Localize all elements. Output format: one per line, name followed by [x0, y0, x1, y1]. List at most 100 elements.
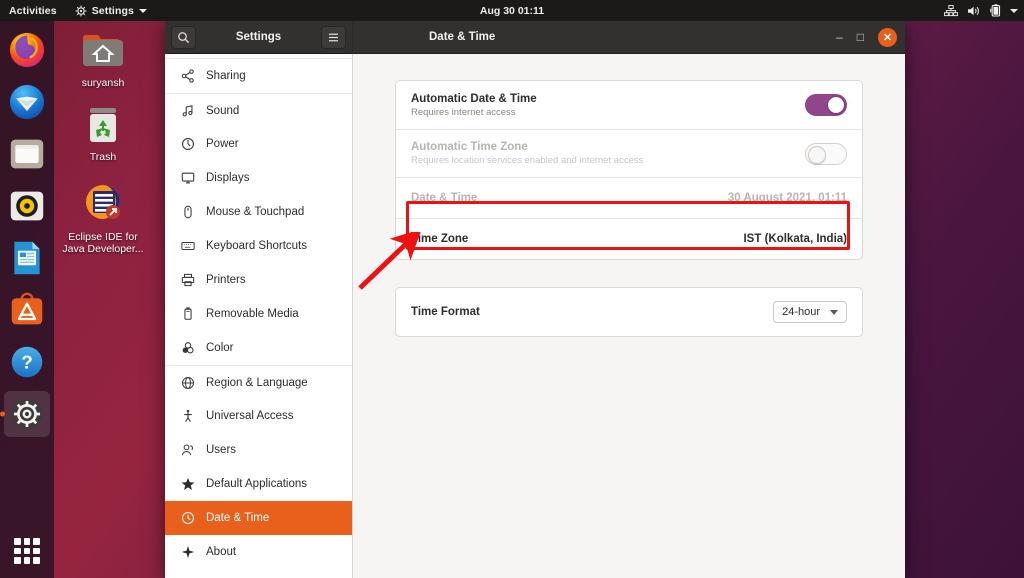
row-label: Time Zone [411, 233, 469, 245]
toggle-knob [808, 145, 826, 164]
grid-dot [23, 547, 31, 555]
sidebar-item-label: Power [206, 138, 239, 150]
dock-item-rhythmbox[interactable] [4, 183, 50, 229]
dock-item-files[interactable] [4, 131, 50, 177]
automatic-date-time-toggle[interactable] [805, 94, 847, 116]
sidebar-item-keyboard-shortcuts[interactable]: Keyboard Shortcuts [165, 229, 352, 263]
row-automatic-date-time[interactable]: Automatic Date & Time Requires internet … [396, 81, 862, 129]
svg-text:?: ? [21, 352, 33, 373]
grid-dot [23, 538, 31, 545]
maximize-button[interactable]: □ [857, 31, 864, 43]
desktop-icon-label: Trash [89, 151, 117, 163]
sidebar-item-label: Mouse & Touchpad [206, 206, 305, 218]
settings-icon [11, 398, 43, 430]
row-label: Automatic Time Zone [411, 141, 528, 153]
minimize-button[interactable]: – [836, 31, 843, 43]
mouse-icon [180, 205, 195, 220]
sidebar-item-label: Printers [206, 274, 246, 286]
grid-dot [33, 547, 40, 555]
home-folder-icon [83, 35, 123, 66]
activities-label: Activities [9, 4, 57, 17]
sidebar-item-displays[interactable]: Displays [165, 161, 352, 195]
color-icon [180, 341, 195, 356]
sidebar-item-power[interactable]: Power [165, 127, 352, 161]
dock: ? [0, 21, 54, 578]
sidebar-item-label: Region & Language [206, 376, 308, 389]
app-menu-button[interactable]: Settings [66, 0, 156, 21]
sidebar-item-about[interactable]: About [165, 535, 352, 569]
row-date-time[interactable]: Date & Time 30 August 2021, 01:11 [396, 177, 862, 218]
network-icon [944, 4, 958, 16]
sidebar-item-sound[interactable]: Sound [165, 93, 352, 127]
sidebar-item-label: Date & Time [206, 512, 270, 524]
sidebar-item-label: Keyboard Shortcuts [206, 240, 308, 252]
page-title: Date & Time [429, 31, 496, 43]
close-button[interactable]: ✕ [878, 27, 897, 47]
datetime-settings-panel: Automatic Date & Time Requires internet … [353, 54, 905, 578]
settings-window: Settings Date & Time – □ ✕ Sharing Sound… [165, 21, 905, 578]
row-automatic-time-zone[interactable]: Automatic Time Zone Requires location se… [396, 129, 862, 177]
row-sublabel: Requires location services enabled and i… [411, 155, 644, 166]
sidebar-item-removable-media[interactable]: Removable Media [165, 297, 352, 331]
chevron-down-icon [1010, 8, 1018, 13]
sidebar-item-label: Default Applications [206, 478, 308, 490]
sidebar-item-label: Universal Access [206, 410, 294, 422]
dock-item-help[interactable]: ? [4, 339, 50, 385]
system-status-area[interactable] [944, 0, 1018, 21]
search-icon [178, 31, 190, 43]
desktop-icon-trash[interactable]: Trash [60, 100, 146, 163]
toggle-knob [827, 96, 845, 114]
sidebar-item-label: Users [206, 444, 237, 456]
top-bar-left: Activities Settings [0, 0, 156, 21]
time-format-dropdown[interactable]: 24-hour [773, 301, 847, 323]
sidebar-item-date-time[interactable]: Date & Time [165, 501, 352, 535]
search-button[interactable] [171, 25, 196, 49]
dock-item-firefox[interactable] [4, 27, 50, 73]
menu-button[interactable] [321, 25, 346, 49]
about-icon [180, 545, 195, 560]
datetime-card: Automatic Date & Time Requires internet … [395, 80, 863, 260]
show-applications-button[interactable] [14, 538, 40, 564]
grid-dot [33, 538, 40, 545]
sidebar-title: Settings [235, 31, 282, 43]
sidebar-item-universal-access[interactable]: Universal Access [165, 399, 352, 433]
desktop-icon-home[interactable]: suryansh [60, 26, 146, 89]
sidebar-item-mouse-touchpad[interactable]: Mouse & Touchpad [165, 195, 352, 229]
libreoffice-writer-icon [14, 241, 40, 275]
sidebar-item-printers[interactable]: Printers [165, 263, 352, 297]
grid-dot [14, 538, 21, 545]
window-titlebar[interactable]: Settings Date & Time – □ ✕ [165, 21, 905, 54]
sidebar-item-color[interactable]: Color [165, 331, 352, 365]
time-format-card: Time Format 24-hour [395, 287, 863, 337]
grid-dot [14, 557, 21, 564]
settings-sidebar[interactable]: Sharing Sound Power Displays Mouse & Tou… [165, 54, 353, 578]
grid-dot [23, 557, 31, 564]
row-time-format[interactable]: Time Format 24-hour [396, 288, 862, 336]
sidebar-item-region-language[interactable]: Region & Language [165, 365, 352, 399]
clock-icon [180, 511, 195, 526]
sidebar-item-label: About [206, 546, 237, 558]
ubuntu-software-icon [11, 292, 43, 325]
time-format-value: 24-hour [782, 306, 820, 318]
sidebar-item-default-applications[interactable]: Default Applications [165, 467, 352, 501]
sidebar-item-sharing[interactable]: Sharing [165, 59, 352, 93]
sidebar-item-label: Sound [206, 104, 240, 117]
eclipse-ide-icon [86, 185, 120, 219]
chevron-down-icon [830, 309, 838, 315]
sidebar-item-users[interactable]: Users [165, 433, 352, 467]
automatic-time-zone-toggle[interactable] [805, 142, 847, 165]
row-sublabel: Requires internet access [411, 106, 516, 118]
rhythmbox-icon [10, 191, 44, 221]
sidebar-item-label: Sharing [206, 70, 246, 82]
row-time-zone[interactable]: Time Zone IST (Kolkata, India) [396, 218, 862, 259]
dock-item-thunderbird[interactable] [4, 79, 50, 125]
grid-dot [33, 557, 40, 564]
desktop-icon-eclipse[interactable]: Eclipse IDE for Java Developer... [60, 180, 146, 255]
activities-button[interactable]: Activities [0, 0, 66, 21]
dock-item-libreoffice-writer[interactable] [4, 235, 50, 281]
trash-icon [90, 108, 116, 142]
files-icon [10, 139, 44, 169]
desktop-icon-label: Eclipse IDE for Java Developer... [62, 231, 144, 255]
dock-item-settings[interactable] [4, 391, 50, 437]
dock-item-ubuntu-software[interactable] [4, 287, 50, 333]
